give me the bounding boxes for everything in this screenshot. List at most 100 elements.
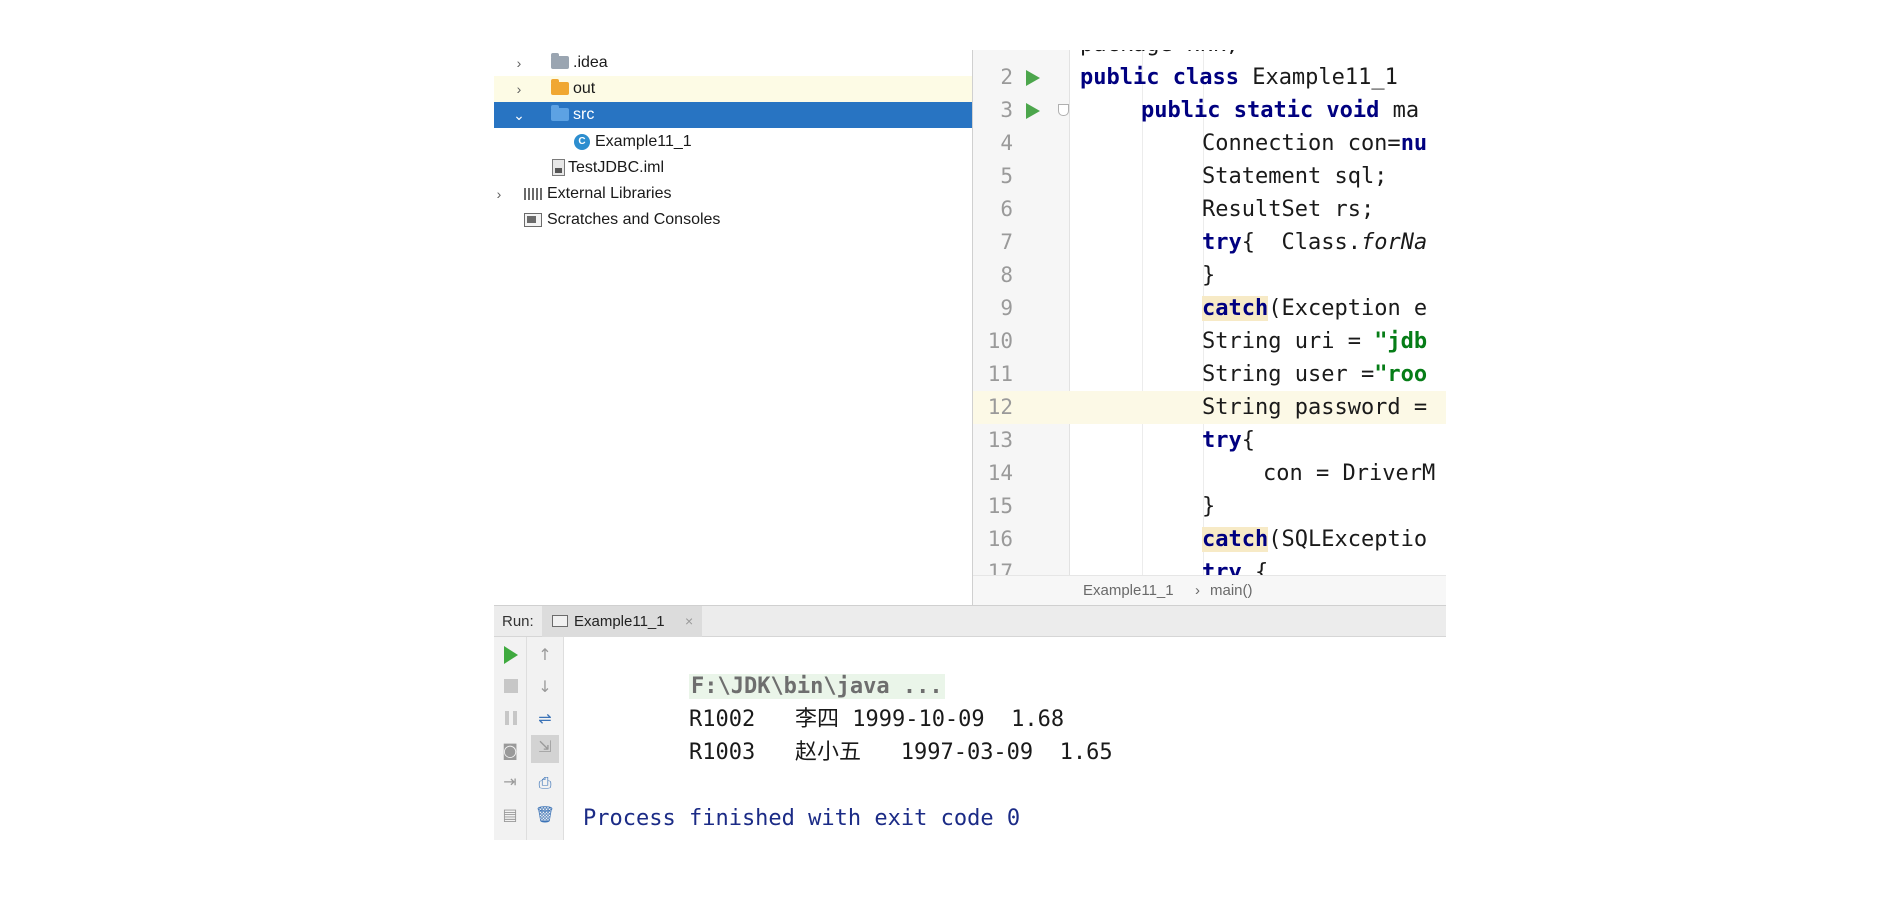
code-line-11[interactable]: 11 String user ="roo (973, 358, 1446, 391)
code-line-13[interactable]: 13 try{ (973, 424, 1446, 457)
run-toolbar-secondary: ↑ ↓ ⇌ ⇲ ⎙ 🗑 (527, 637, 564, 840)
exit-icon[interactable]: ⇥ (498, 770, 522, 794)
code-text: catch(SQLExceptio (1202, 527, 1428, 552)
tree-item-label: Example11_1 (595, 133, 692, 150)
rerun-icon[interactable] (504, 646, 518, 664)
module-file-icon (552, 159, 565, 176)
code-line-4[interactable]: 4 Connection con=nu (973, 127, 1446, 160)
code-text: public static void ma (1141, 98, 1420, 123)
arrow-down-icon[interactable]: ↓ (533, 675, 557, 699)
tree-item-label: out (573, 80, 596, 97)
stop-icon[interactable] (504, 679, 518, 693)
code-line-6[interactable]: 6 ResultSet rs; (973, 193, 1446, 226)
chevron-right-icon[interactable]: › (512, 76, 526, 102)
console-row: R1003 赵小五 1997-03-09 1.65 (688, 740, 1113, 765)
folder-icon (551, 105, 569, 121)
code-line-3[interactable]: 3 public static void ma (973, 94, 1446, 127)
code-text: Connection con=nu (1202, 131, 1428, 156)
scratches-icon (524, 213, 542, 227)
line-number: 10 (987, 329, 1013, 353)
folder-icon (551, 79, 569, 95)
line-number: 16 (987, 527, 1013, 551)
code-line-9[interactable]: 9 catch(Exception e (973, 292, 1446, 325)
arrow-up-icon[interactable]: ↑ (533, 643, 557, 667)
line-number: 15 (987, 494, 1013, 518)
code-text: String user ="roo (1202, 362, 1428, 387)
print-icon[interactable]: ⎙ (533, 771, 557, 795)
code-line-7[interactable]: 7 try{ Class.forNa (973, 226, 1446, 259)
tree-item-label: External Libraries (547, 185, 672, 202)
breadcrumb-class[interactable]: Example11_1 (1083, 576, 1174, 606)
run-gutter-icon[interactable] (1026, 103, 1040, 119)
breadcrumb-separator: › (1195, 582, 1200, 599)
code-text: try{ (1202, 428, 1255, 453)
scroll-to-end-icon[interactable]: ⇲ (531, 735, 559, 763)
console-command-line: F:\JDK\bin\java ... (583, 637, 945, 699)
code-line-2[interactable]: 2 public class Example11_1 (973, 61, 1446, 94)
soft-wrap-icon[interactable]: ⇌ (533, 707, 557, 731)
run-config-icon (552, 615, 568, 627)
code-line-partial: package kkk; (973, 50, 1446, 61)
tree-item-label: TestJDBC.iml (568, 159, 665, 176)
tree-item-out[interactable]: › out (494, 76, 972, 102)
run-tab-example11-1[interactable]: Example11_1 × (542, 606, 702, 637)
code-line-10[interactable]: 10 String uri = "jdb (973, 325, 1446, 358)
run-toolwindow-body: ◙ ⇥ ▤ ↑ ↓ ⇌ ⇲ ⎙ 🗑 F:\JDK\bin\java ... R1… (494, 637, 1446, 840)
code-text: package kkk; (1080, 50, 1239, 61)
run-label: Run: (502, 613, 534, 630)
folder-icon (551, 53, 569, 69)
tree-item-idea[interactable]: › .idea (494, 50, 972, 76)
code-text: catch(Exception e (1202, 296, 1428, 321)
code-line-16[interactable]: 16 catch(SQLExceptio (973, 523, 1446, 556)
close-icon[interactable]: × (685, 606, 693, 637)
code-line-12[interactable]: 12 String password = (973, 391, 1446, 424)
line-number: 13 (987, 428, 1013, 452)
camera-icon[interactable]: ◙ (498, 739, 522, 763)
code-text: } (1202, 263, 1216, 288)
line-number: 8 (1000, 263, 1013, 287)
tree-item-scratches[interactable]: Scratches and Consoles (494, 207, 972, 233)
run-toolbar-primary: ◙ ⇥ ▤ (494, 637, 527, 840)
fold-icon[interactable] (1058, 104, 1069, 116)
editor-breadcrumb: Example11_1 › main() (973, 575, 1446, 606)
code-text: ResultSet rs; (1202, 197, 1375, 222)
code-line-14[interactable]: 14 con = DriverM (973, 457, 1446, 490)
breadcrumb-method[interactable]: main() (1210, 576, 1253, 606)
chevron-right-icon[interactable]: › (494, 181, 506, 207)
console-output[interactable]: F:\JDK\bin\java ... R1002 李四 1999-10-09 … (583, 637, 1113, 831)
tree-item-label: Scratches and Consoles (547, 211, 721, 228)
code-line-8[interactable]: 8 } (973, 259, 1446, 292)
line-number: 2 (1000, 65, 1013, 89)
project-tree-panel: › .idea › out ⌄ src C Example11_1 TestJD… (494, 50, 973, 605)
code-text: String uri = "jdb (1202, 329, 1428, 354)
code-editor[interactable]: package kkk; 2 public class Example11_1 … (973, 50, 1446, 575)
run-toolwindow-header: Run: Example11_1 × (494, 605, 1446, 637)
java-class-icon: C (574, 134, 590, 150)
code-text: Statement sql; (1202, 164, 1388, 189)
line-number: 4 (1000, 131, 1013, 155)
code-text: con = DriverM (1263, 461, 1436, 486)
tree-item-src[interactable]: ⌄ src (494, 102, 972, 128)
layout-icon[interactable]: ▤ (498, 803, 522, 827)
code-text: public class Example11_1 (1080, 65, 1398, 90)
tree-item-testjdbc-iml[interactable]: TestJDBC.iml (494, 155, 972, 181)
chevron-right-icon[interactable]: › (512, 50, 526, 76)
code-text: try{ Class.forNa (1202, 230, 1428, 255)
trash-icon[interactable]: 🗑 (533, 803, 557, 827)
code-text: } (1202, 494, 1216, 519)
line-number: 9 (1000, 296, 1013, 320)
code-line-5[interactable]: 5 Statement sql; (973, 160, 1446, 193)
line-number: 12 (987, 395, 1013, 419)
line-number: 5 (1000, 164, 1013, 188)
tree-item-example11-1[interactable]: C Example11_1 (494, 129, 972, 155)
ide-window: › .idea › out ⌄ src C Example11_1 TestJD… (494, 0, 1446, 840)
run-gutter-icon[interactable] (1026, 70, 1040, 86)
run-tab-label: Example11_1 (574, 613, 665, 630)
code-line-15[interactable]: 15 } (973, 490, 1446, 523)
pause-icon[interactable] (505, 711, 517, 725)
console-exit-message: Process finished with exit code 0 (583, 806, 1021, 831)
tree-item-external-libraries[interactable]: › External Libraries (494, 181, 972, 207)
code-line-17[interactable]: 17 try { (973, 556, 1446, 575)
library-icon (524, 188, 544, 200)
chevron-down-icon[interactable]: ⌄ (512, 102, 526, 128)
